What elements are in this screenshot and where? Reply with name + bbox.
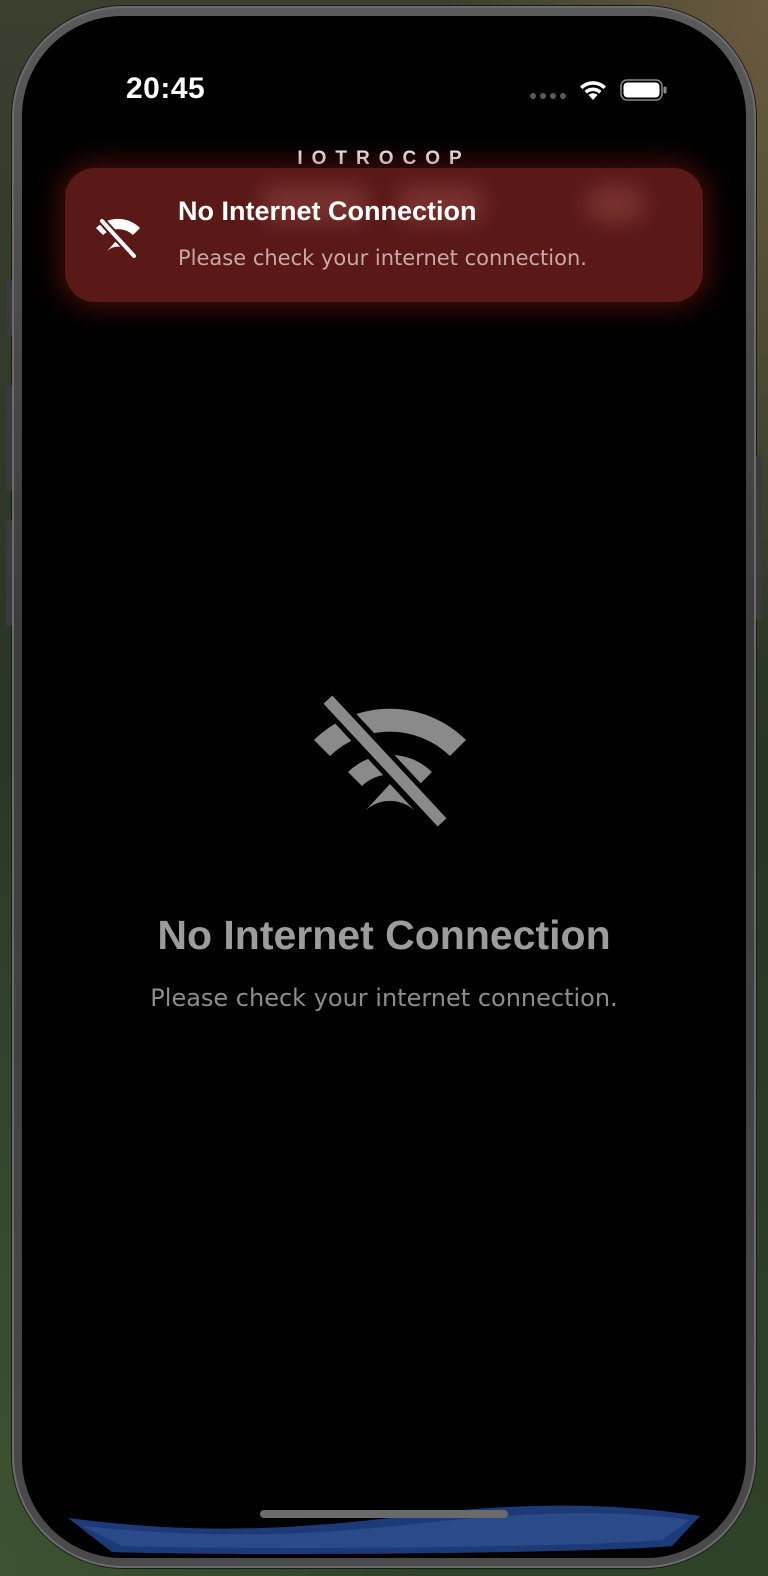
side-button-volume-down	[6, 520, 12, 626]
toast-title: No Internet Connection	[178, 196, 477, 226]
wifi-off-icon	[96, 217, 140, 260]
toast-glow	[585, 186, 645, 222]
app-brand: IOTROCOP	[297, 148, 471, 169]
toast-message: Please check your internet connection.	[178, 246, 587, 270]
status-indicators	[530, 78, 668, 102]
battery-icon	[620, 79, 667, 101]
side-button-power	[756, 455, 762, 620]
home-indicator[interactable]	[260, 1510, 508, 1518]
side-button-silent	[6, 280, 12, 336]
status-time: 20:45	[126, 72, 206, 105]
wifi-icon	[580, 81, 606, 100]
status-bar: 20:45	[22, 16, 746, 126]
no-connection-toast[interactable]: No Internet Connection Please check your…	[65, 168, 703, 302]
wifi-off-icon	[314, 690, 466, 830]
empty-state-title: No Internet Connection	[157, 912, 611, 958]
side-button-volume-up	[6, 385, 12, 491]
phone-screen: 20:45 IOTROCOP No Internet Connection Pl…	[22, 16, 746, 1558]
cellular-signal-icon	[530, 81, 566, 99]
empty-state-message: Please check your internet connection.	[150, 984, 618, 1012]
